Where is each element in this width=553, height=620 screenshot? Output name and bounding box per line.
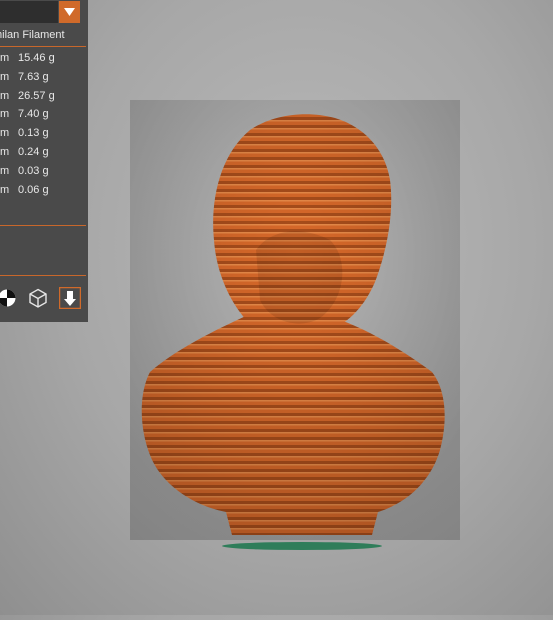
list-item: m 15.46 g (0, 52, 88, 66)
list-item: m 7.63 g (0, 71, 88, 85)
header-divider (0, 46, 86, 47)
filament-weight: 7.40 g (18, 108, 49, 120)
color-mode-icon[interactable] (0, 288, 17, 308)
filament-weight: 7.63 g (18, 71, 49, 83)
filament-weight: 0.06 g (18, 184, 49, 196)
list-item: m 7.40 g (0, 108, 88, 122)
list-item: m 0.03 g (0, 165, 88, 179)
filament-weight: 0.03 g (18, 165, 49, 177)
list-item: m 0.24 g (0, 146, 88, 160)
filament-weight: 0.13 g (18, 127, 49, 139)
filament-weight: 26.57 g (18, 90, 55, 102)
filament-header-label: milan Filament (0, 29, 65, 41)
length-unit: m (0, 108, 10, 120)
toolbar-divider (0, 275, 86, 276)
chevron-down-icon[interactable] (59, 1, 80, 23)
panel-header: milan Filament (0, 28, 88, 44)
length-unit: m (0, 71, 10, 83)
length-unit: m (0, 165, 10, 177)
length-unit: m (0, 127, 10, 139)
filament-weight: 15.46 g (18, 52, 55, 64)
material-dropdown-field[interactable] (0, 1, 58, 23)
build-plate-outline (222, 542, 382, 550)
length-unit: m (0, 90, 10, 102)
model-shading (130, 100, 460, 540)
list-item: m 26.57 g (0, 90, 88, 104)
wireframe-cube-icon[interactable] (28, 288, 48, 308)
length-unit: m (0, 146, 10, 158)
material-dropdown[interactable] (0, 1, 80, 23)
section-divider (0, 225, 86, 226)
filament-usage-panel: milan Filament m 15.46 g m 7.63 g m 26.5… (0, 0, 88, 322)
filament-weight: 0.24 g (18, 146, 49, 158)
export-icon[interactable] (58, 286, 82, 310)
length-unit: m (0, 184, 10, 196)
length-unit: m (0, 52, 10, 64)
list-item: m 0.06 g (0, 184, 88, 198)
view-toolbar (0, 286, 88, 310)
list-item: m 0.13 g (0, 127, 88, 141)
